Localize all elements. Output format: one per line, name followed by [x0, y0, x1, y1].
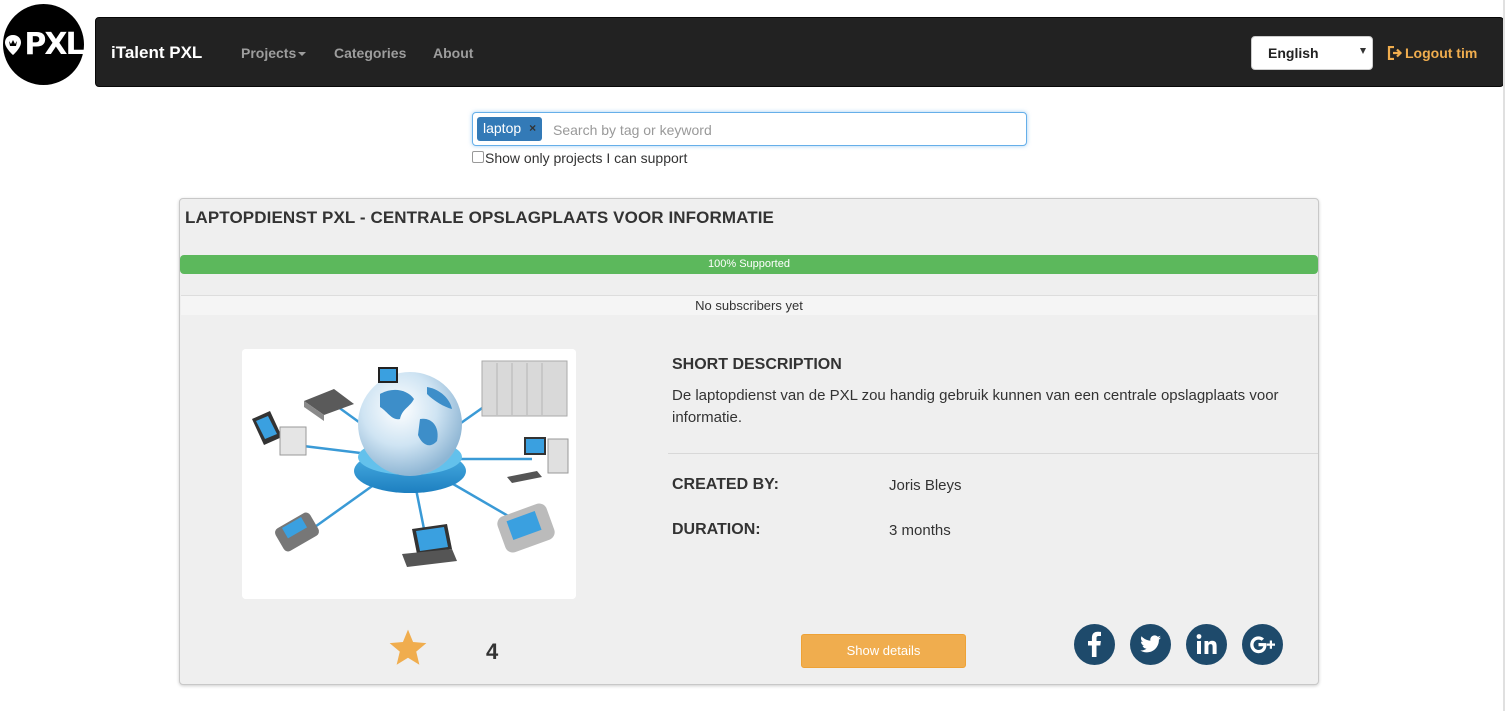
search-tag: laptop × [477, 117, 543, 141]
show-details-button[interactable]: Show details [801, 634, 966, 668]
support-progress-bar: 100% Supported [180, 255, 1318, 274]
twitter-icon [1140, 635, 1161, 653]
language-select-value: English [1268, 45, 1319, 61]
nav-categories[interactable]: Categories [334, 45, 406, 61]
divider [668, 453, 1318, 454]
network-globe-illustration [242, 349, 576, 599]
search-input[interactable] [553, 119, 1013, 141]
duration-value: 3 months [889, 522, 951, 539]
star-icon[interactable] [387, 627, 429, 669]
created-by-label: CREATED BY: [672, 476, 779, 493]
project-card: LAPTOPDIENST PXL - CENTRALE OPSLAGPLAATS… [179, 198, 1319, 685]
linkedin-icon [1196, 634, 1217, 654]
logout-label: Logout tim [1405, 45, 1478, 61]
caret-down-icon [298, 52, 307, 57]
tag-remove-icon[interactable]: × [529, 121, 536, 135]
project-image [242, 349, 576, 599]
tag-search-box[interactable]: laptop × [472, 112, 1027, 146]
navbar: iTalent PXL Projects Categories About En… [95, 17, 1504, 87]
logout-icon [1387, 46, 1403, 60]
facebook-share-button[interactable] [1074, 624, 1115, 665]
map-pin-icon [5, 34, 22, 55]
logo-text: PXL [24, 27, 84, 62]
google-plus-share-button[interactable] [1242, 624, 1283, 665]
subscribers-text: No subscribers yet [181, 295, 1317, 315]
facebook-icon [1088, 631, 1101, 657]
short-description-heading: SHORT DESCRIPTION [672, 356, 842, 373]
support-only-label: Show only projects I can support [485, 150, 688, 166]
support-only-checkbox-row[interactable]: Show only projects I can support [472, 150, 687, 166]
linkedin-share-button[interactable] [1186, 624, 1227, 665]
brand-link[interactable]: iTalent PXL [111, 43, 202, 63]
google-plus-icon [1250, 636, 1275, 654]
logout-link[interactable]: Logout tim [1387, 45, 1477, 61]
nav-about[interactable]: About [433, 45, 473, 61]
created-by-value: Joris Bleys [889, 477, 962, 494]
short-description-text: De laptopdienst van de PXL zou handig ge… [672, 387, 1279, 426]
duration-label: DURATION: [672, 521, 761, 538]
nav-projects[interactable]: Projects [241, 45, 307, 61]
nav-projects-label: Projects [241, 45, 297, 61]
rating-count: 4 [486, 639, 499, 664]
twitter-share-button[interactable] [1130, 624, 1171, 665]
search-tag-label: laptop [483, 120, 522, 136]
dropdown-arrow-icon [1360, 48, 1366, 54]
project-title: LAPTOPDIENST PXL - CENTRALE OPSLAGPLAATS… [185, 208, 774, 227]
language-select[interactable]: English [1251, 36, 1373, 70]
pxl-logo[interactable]: PXL [3, 4, 85, 85]
support-only-checkbox[interactable] [472, 150, 484, 163]
